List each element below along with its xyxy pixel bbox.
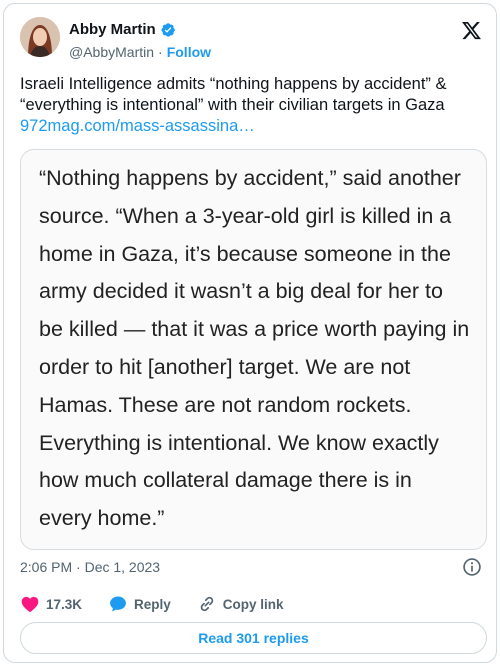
read-replies-button[interactable]: Read 301 replies <box>20 622 487 654</box>
x-logo-icon[interactable] <box>461 20 482 41</box>
heart-icon <box>21 596 39 612</box>
avatar[interactable] <box>20 17 60 57</box>
tweet-body: Israeli Intelligence admits “nothing hap… <box>20 75 447 114</box>
quote-image-text: “Nothing happens by accident,” said anot… <box>39 166 470 531</box>
speech-bubble-icon <box>110 596 126 612</box>
handle-row: @AbbyMartin · Follow <box>69 44 211 60</box>
author-name[interactable]: Abby Martin <box>69 21 156 38</box>
article-link[interactable]: 972mag.com/mass-assassina… <box>20 117 255 135</box>
tweet-text: Israeli Intelligence admits “nothing hap… <box>20 74 482 137</box>
action-bar: 17.3K Reply Copy link <box>20 594 310 614</box>
copy-link-label: Copy link <box>222 596 284 612</box>
tweet-card: Abby Martin @AbbyMartin · Follow Israeli… <box>3 3 497 663</box>
author-name-row: Abby Martin <box>69 21 176 38</box>
author-handle[interactable]: @AbbyMartin <box>69 44 154 60</box>
link-icon <box>200 596 214 612</box>
tweet-timestamp[interactable]: 2:06 PM · Dec 1, 2023 <box>20 559 160 575</box>
like-count: 17.3K <box>46 596 83 612</box>
reply-button[interactable]: Reply <box>108 594 171 614</box>
copy-link-button[interactable]: Copy link <box>197 594 284 614</box>
follow-button[interactable]: Follow <box>167 44 211 60</box>
quote-image[interactable]: “Nothing happens by accident,” said anot… <box>20 149 487 550</box>
info-icon[interactable] <box>462 557 482 577</box>
reply-label: Reply <box>134 596 171 612</box>
like-button[interactable]: 17.3K <box>20 594 82 614</box>
separator-dot: · <box>158 44 163 60</box>
verified-badge-icon <box>161 22 175 37</box>
